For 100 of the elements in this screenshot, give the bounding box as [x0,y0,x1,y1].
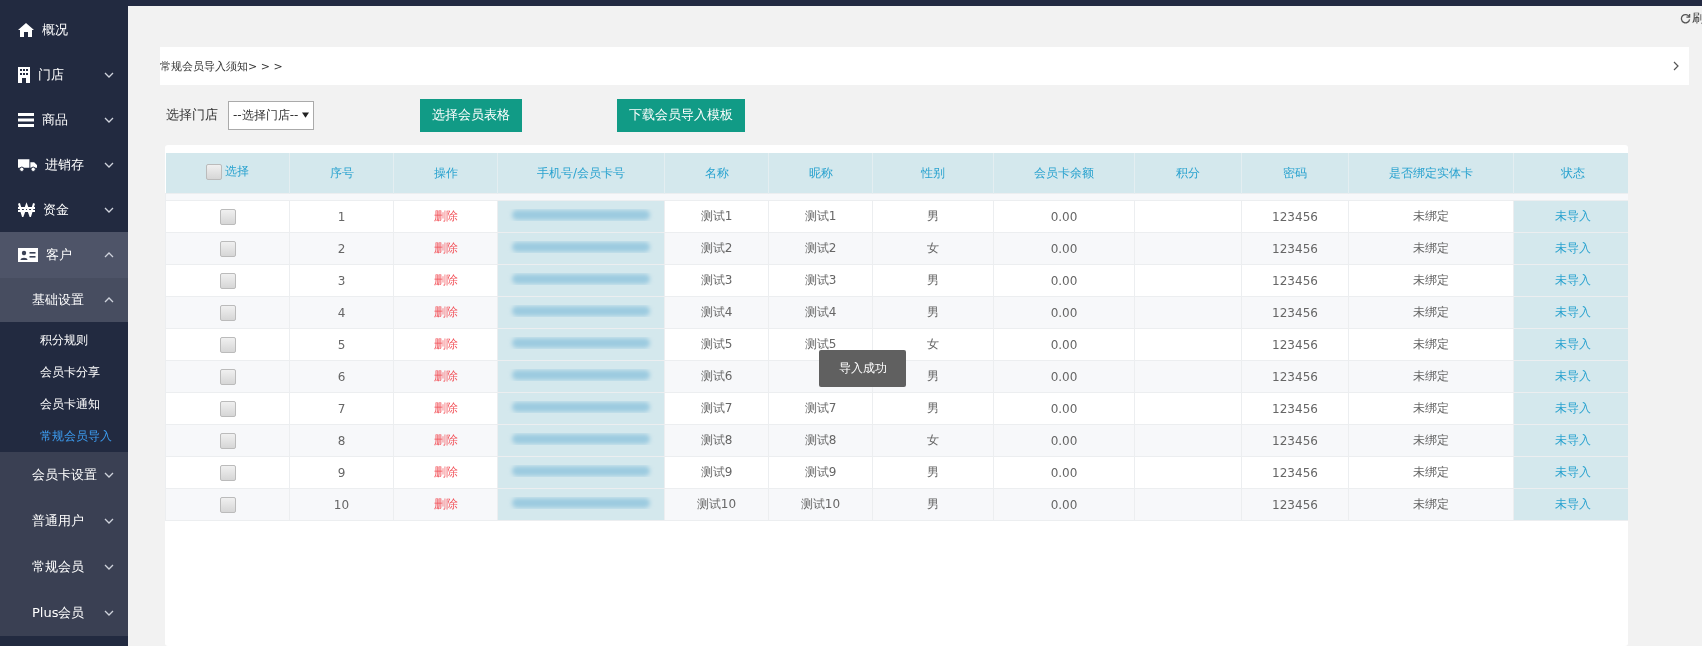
table-cell: 4 [337,305,346,320]
table-cell: 123456 [1272,433,1318,448]
store-label: 选择门店 [166,106,218,124]
notice-bar[interactable]: 常规会员导入须知> > > [160,47,1689,85]
checkbox[interactable] [219,432,236,449]
id-card-icon [18,248,38,262]
table-cell: 男 [927,273,939,287]
checkbox[interactable] [219,400,236,417]
notice-text: 常规会员导入须知> > > [160,58,283,74]
table-cell: 6 [337,369,346,384]
table-cell: 8 [337,433,346,448]
table-cell: 123456 [1272,305,1318,320]
sidebar-label: 普通用户 [32,512,85,530]
sidebar-label: 基础设置 [32,291,85,309]
table-cell: 未绑定 [1413,497,1449,511]
chevron-down-icon [104,206,114,213]
sidebar-group-item[interactable]: Plus会员 [0,590,128,636]
column-header: 会员卡余额 [993,153,1135,194]
table-cell: 测试7 [700,401,733,415]
delete-link[interactable]: 删除 [433,337,458,351]
table-cell: 男 [927,369,939,383]
sidebar-subitem[interactable]: 会员卡分享 [0,356,128,388]
checkbox[interactable] [219,208,236,225]
checkbox[interactable] [219,304,236,321]
sidebar-item[interactable]: 进销存 [0,142,128,187]
table-cell: 测试3 [804,273,837,287]
sidebar-subitem[interactable]: 会员卡通知 [0,388,128,420]
home-icon [18,22,34,37]
table-cell: 测试7 [804,401,837,415]
sidebar-item[interactable]: 客户 [0,232,128,278]
checkbox[interactable] [219,496,236,513]
table-cell: 未绑定 [1413,209,1449,223]
table-cell: 女 [927,241,939,255]
sidebar-label: 常规会员 [32,558,85,576]
column-header: 昵称 [768,153,873,194]
table-cell: 0.00 [1050,401,1078,416]
sidebar-item[interactable]: 商品 [0,97,128,142]
sidebar-item[interactable]: 门店 [0,52,128,97]
table-cell: 女 [927,337,939,351]
delete-link[interactable]: 删除 [433,401,458,415]
checkbox[interactable] [219,272,236,289]
table-cell: 7 [337,401,346,416]
table-cell: 测试3 [700,273,733,287]
status-text: 未导入 [1555,337,1591,351]
status-text: 未导入 [1555,401,1591,415]
delete-link[interactable]: 删除 [433,465,458,479]
checkbox[interactable] [219,464,236,481]
chevron-down-icon [104,518,114,524]
table-cell: 测试8 [700,433,733,447]
column-header: 密码 [1241,153,1349,194]
sidebar-subitem[interactable]: 积分规则 [0,324,128,356]
table-cell: 0.00 [1050,241,1078,256]
truck-icon [18,157,37,172]
table-cell: 男 [927,465,939,479]
sidebar-group-item[interactable]: 普通用户 [0,498,128,544]
table-cell: 123456 [1272,497,1318,512]
table-cell: 测试6 [700,369,733,383]
status-text: 未导入 [1555,433,1591,447]
table-cell: 测试5 [804,337,837,351]
table-cell: 测试5 [700,337,733,351]
checkbox[interactable] [205,163,222,180]
table-cell: 未绑定 [1413,337,1449,351]
sidebar-group-item[interactable]: 基础设置 [0,278,128,322]
sidebar-subitem[interactable]: 常规会员导入 [0,420,128,452]
chevron-down-icon [104,116,114,123]
checkbox[interactable] [219,240,236,257]
sidebar-item[interactable]: 概况 [0,7,128,52]
checkbox[interactable] [219,336,236,353]
chevron-up-icon [104,297,114,303]
table-cell: 测试9 [804,465,837,479]
sidebar-item[interactable]: 资金 [0,187,128,232]
menu-icon [18,112,34,127]
sidebar-group-item[interactable]: 会员卡设置 [0,452,128,498]
table-cell: 0.00 [1050,209,1078,224]
table-cell: 123456 [1272,241,1318,256]
table-cell: 未绑定 [1413,401,1449,415]
delete-link[interactable]: 删除 [433,209,458,223]
table-cell: 测试9 [700,465,733,479]
chevron-down-icon [104,472,114,478]
status-text: 未导入 [1555,209,1591,223]
table-cell: 0.00 [1050,465,1078,480]
table-cell: 0.00 [1050,497,1078,512]
table-cell: 男 [927,209,939,223]
sidebar-label: 会员卡设置 [32,466,98,484]
table-cell: 测试10 [800,497,841,511]
table-cell: 测试8 [804,433,837,447]
building-icon [18,66,30,83]
table-cell: 测试1 [804,209,837,223]
sidebar-label: 客户 [46,246,73,264]
column-header: 性别 [872,153,994,194]
delete-link[interactable]: 删除 [433,273,458,287]
chevron-down-icon [104,610,114,616]
checkbox[interactable] [219,368,236,385]
store-select[interactable]: --选择门店-- [228,100,314,130]
table-cell: 123456 [1272,401,1318,416]
status-text: 未导入 [1555,497,1591,511]
table-cell: 0.00 [1050,305,1078,320]
sidebar-group-item[interactable]: 常规会员 [0,544,128,590]
table-cell: 10 [333,497,350,512]
sidebar-label: 进销存 [45,155,85,174]
